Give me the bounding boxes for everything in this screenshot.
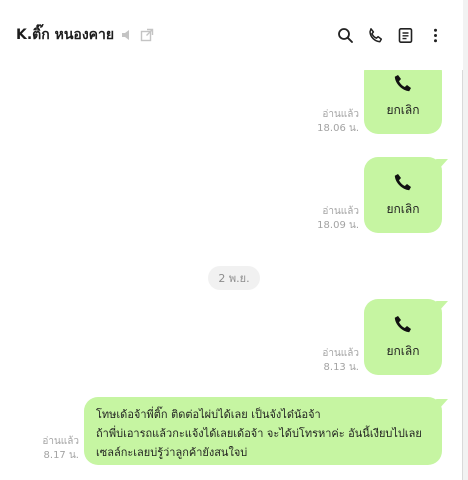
message-meta: อ่านแล้ว 8.13 น. <box>299 347 359 375</box>
message-time: 8.13 น. <box>323 362 359 373</box>
message-meta: อ่านแล้ว 18.09 น. <box>299 205 359 233</box>
notes-icon[interactable] <box>391 21 419 49</box>
message-list[interactable]: อ่านแล้ว 18.06 น. ยกเลิก อ่านแล้ว 18.09 … <box>0 58 463 480</box>
speaker-mute-icon[interactable] <box>120 28 134 42</box>
call-bubble[interactable]: ยกเลิก <box>364 157 448 233</box>
read-status: อ่านแล้ว <box>322 109 359 120</box>
message-line: ถ้าพี่บ่เอารถแล้วกะแจ้งได้เลยเด้อจ้า จะไ… <box>96 427 422 440</box>
call-label: ยกเลิก <box>386 201 420 216</box>
read-status: อ่านแล้ว <box>322 206 359 217</box>
call-label: ยกเลิก <box>386 102 420 117</box>
call-label: ยกเลิก <box>386 343 420 358</box>
popout-icon[interactable] <box>140 28 154 42</box>
chat-header: K.ติ๊ก หนองคาย <box>0 0 463 70</box>
text-message-bubble[interactable]: โทษเด้อจ้าพี่ติ๊ก ติดต่อไผ่บ่ได้เลย เป็น… <box>84 397 448 465</box>
search-icon[interactable] <box>331 21 359 49</box>
bubble-tail <box>436 159 448 169</box>
read-status: อ่านแล้ว <box>322 348 359 359</box>
bubble-tail <box>436 301 448 311</box>
chat-title: K.ติ๊ก หนองคาย <box>16 27 115 43</box>
call-bubble[interactable]: ยกเลิก <box>364 299 448 375</box>
more-icon[interactable] <box>421 21 449 49</box>
read-status: อ่านแล้ว <box>42 436 79 447</box>
date-separator: 2 พ.ย. <box>208 266 260 290</box>
message-line: เซลล์กะเลยบ่รู้ว่าลูกค้ายังสนใจบ่ <box>96 446 248 459</box>
message-time: 18.06 น. <box>317 123 359 134</box>
phone-icon <box>394 315 411 332</box>
phone-icon[interactable] <box>361 21 389 49</box>
phone-icon <box>394 173 411 190</box>
scrollbar[interactable] <box>463 0 468 480</box>
message-meta: อ่านแล้ว 8.17 น. <box>19 435 79 463</box>
phone-icon <box>394 74 411 91</box>
bubble-tail <box>436 399 448 409</box>
message-time: 18.09 น. <box>317 220 359 231</box>
chat-window: K.ติ๊ก หนองคาย อ่านแล้ว 18.06 น. ยกเลิก … <box>0 0 463 480</box>
message-time: 8.17 น. <box>43 450 79 461</box>
message-line: โทษเด้อจ้าพี่ติ๊ก ติดต่อไผ่บ่ได้เลย เป็น… <box>96 408 321 421</box>
message-meta: อ่านแล้ว 18.06 น. <box>299 108 359 136</box>
